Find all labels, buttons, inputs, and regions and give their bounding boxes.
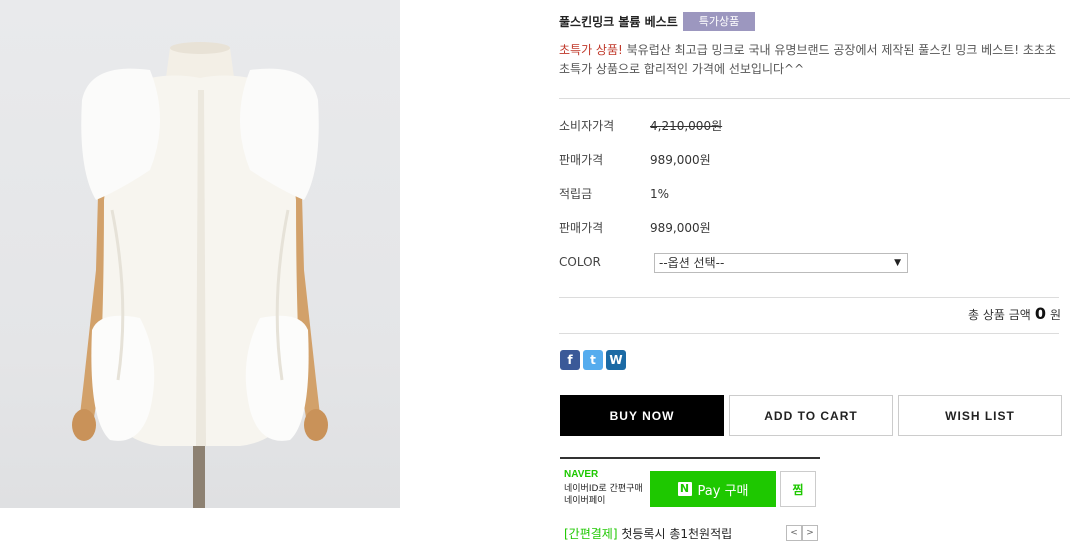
color-select[interactable]: --옵션 선택-- ▼ — [654, 253, 908, 273]
product-description: 초특가 상품! 북유럽산 최고급 밍크로 국내 유명브랜드 공장에서 제작된 풀… — [559, 41, 1064, 79]
divider — [559, 98, 1070, 99]
product-image[interactable] — [0, 0, 400, 508]
sale-price-label: 판매가격 — [559, 153, 604, 167]
total-unit: 원 — [1049, 308, 1061, 322]
zzim-button[interactable]: 찜 — [780, 471, 816, 507]
promo-text: 첫등록시 총1천원적립 — [617, 527, 733, 541]
points-value: 1% — [650, 187, 670, 201]
share-w-icon[interactable]: W — [606, 350, 626, 370]
total-amount: 0 — [1034, 304, 1046, 323]
points-label: 적립금 — [559, 187, 593, 201]
twitter-icon[interactable]: t — [583, 350, 603, 370]
buy-now-button[interactable]: BUY NOW — [560, 395, 724, 436]
special-badge: 특가상품 — [682, 12, 756, 31]
naver-pay-description: 네이버ID로 간편구매 네이버페이 — [564, 484, 643, 506]
divider — [559, 333, 1059, 334]
color-select-value: --옵션 선택-- — [659, 256, 725, 270]
next-icon[interactable]: > — [802, 525, 818, 541]
naver-n-icon: N — [677, 482, 692, 496]
consumer-price-value: 4,210,000원 — [650, 119, 723, 133]
sale-price-label-2: 판매가격 — [559, 221, 604, 235]
mink-vest-illustration — [72, 42, 328, 508]
total-label: 총 상품 금액 — [967, 308, 1031, 322]
wish-list-button[interactable]: WISH LIST — [898, 395, 1062, 436]
naver-pay-box: NAVER 네이버ID로 간편구매 네이버페이 N Pay 구매 찜 [간편결제… — [560, 457, 820, 542]
description-line2: 초특가 상품으로 합리적인 가격에 선보입니다^^ — [559, 62, 805, 76]
dropdown-arrow-icon: ▼ — [894, 258, 901, 268]
total-price: 총 상품 금액 0 원 — [968, 304, 1061, 323]
naver-logo: NAVER — [564, 469, 599, 480]
description-line1: 북유럽산 최고급 밍크로 국내 유명브랜드 공장에서 제작된 풀스킨 밍크 베스… — [622, 43, 1057, 57]
naver-pay-button[interactable]: N Pay 구매 — [650, 471, 776, 507]
facebook-icon[interactable]: f — [560, 350, 580, 370]
sale-price-value: 989,000원 — [650, 153, 711, 167]
naver-pay-label: Pay 구매 — [697, 483, 749, 499]
share-buttons: f t W — [560, 350, 626, 370]
product-info: 풀스킨밍크 볼륨 베스트 특가상품 초특가 상품! 북유럽산 최고급 밍크로 국… — [559, 0, 1071, 542]
title-row: 풀스킨밍크 볼륨 베스트 특가상품 — [559, 12, 756, 31]
divider — [559, 297, 1059, 298]
npay-promo: [간편결제] 첫등록시 총1천원적립 — [564, 525, 732, 542]
prev-icon[interactable]: < — [786, 525, 802, 541]
promo-tag: [간편결제] — [564, 527, 618, 541]
promo-pager: < > — [786, 525, 818, 541]
description-highlight: 초특가 상품! — [559, 43, 623, 57]
product-title: 풀스킨밍크 볼륨 베스트 — [559, 15, 678, 29]
sale-price-value-2: 989,000원 — [650, 221, 711, 235]
color-option-label: COLOR — [559, 255, 601, 269]
add-to-cart-button[interactable]: ADD TO CART — [729, 395, 893, 436]
consumer-price-label: 소비자가격 — [559, 119, 615, 133]
